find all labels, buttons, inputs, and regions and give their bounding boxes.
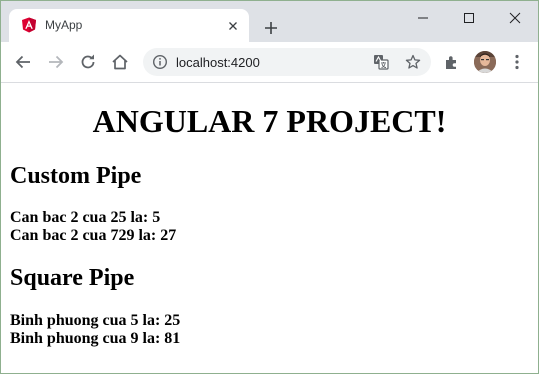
custom-pipe-line: Can bac 2 cua 729 la: 27 bbox=[10, 227, 177, 244]
translate-icon[interactable] bbox=[373, 54, 389, 70]
custom-pipe-heading: Custom Pipe bbox=[10, 163, 142, 189]
close-icon[interactable] bbox=[225, 18, 241, 34]
extensions-icon[interactable] bbox=[442, 52, 462, 72]
minimize-icon[interactable] bbox=[400, 7, 446, 29]
home-icon[interactable] bbox=[110, 52, 130, 72]
square-pipe-heading: Square Pipe bbox=[10, 265, 135, 291]
avatar[interactable] bbox=[474, 51, 496, 73]
tab-myapp[interactable]: MyApp bbox=[9, 9, 249, 42]
browser-window: MyApp localhost:4200 ANGULAR 7 PROJECT! … bbox=[0, 0, 539, 374]
more-icon[interactable] bbox=[507, 52, 527, 72]
back-icon[interactable] bbox=[13, 52, 33, 72]
title-bar: MyApp bbox=[1, 1, 538, 42]
reload-icon[interactable] bbox=[78, 52, 98, 72]
info-icon[interactable] bbox=[152, 54, 168, 70]
page-title: ANGULAR 7 PROJECT! bbox=[92, 103, 447, 139]
close-icon[interactable] bbox=[492, 7, 538, 29]
square-pipe-line: Binh phuong cua 9 la: 81 bbox=[10, 330, 181, 347]
star-icon[interactable] bbox=[405, 54, 421, 70]
angular-logo-icon bbox=[21, 17, 37, 33]
page-content: ANGULAR 7 PROJECT! Custom Pipe Can bac 2… bbox=[1, 83, 538, 373]
address-bar[interactable]: localhost:4200 bbox=[143, 48, 431, 76]
custom-pipe-line: Can bac 2 cua 25 la: 5 bbox=[10, 209, 161, 226]
tab-title: MyApp bbox=[45, 18, 83, 32]
maximize-icon[interactable] bbox=[446, 7, 492, 29]
url-text: localhost:4200 bbox=[176, 55, 260, 70]
square-pipe-line: Binh phuong cua 5 la: 25 bbox=[10, 312, 181, 329]
browser-toolbar: localhost:4200 bbox=[1, 42, 538, 83]
plus-icon[interactable] bbox=[261, 18, 281, 38]
forward-icon[interactable] bbox=[46, 52, 66, 72]
